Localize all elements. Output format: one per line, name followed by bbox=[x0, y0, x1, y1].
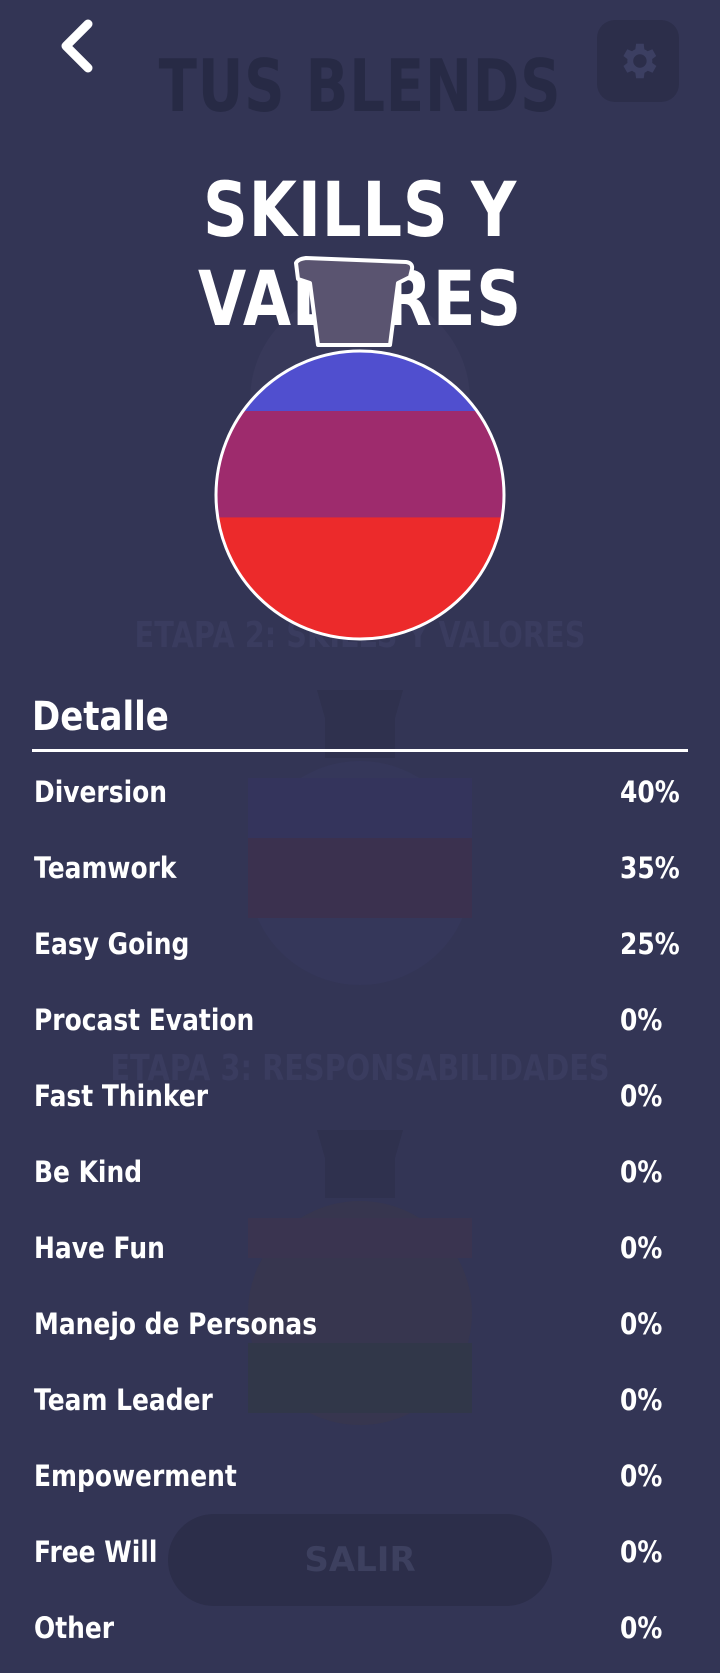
list-item: Empowerment 0% bbox=[0, 1445, 720, 1521]
item-name: Diversion bbox=[34, 775, 168, 809]
flask-layer-2 bbox=[216, 411, 504, 518]
chevron-left-icon bbox=[61, 19, 93, 73]
list-item: Have Fun 0% bbox=[0, 1217, 720, 1293]
item-name: Have Fun bbox=[34, 1231, 165, 1265]
list-item: Diversion 40% bbox=[0, 761, 720, 837]
item-percent: 35% bbox=[620, 851, 680, 885]
flask-neck bbox=[294, 256, 415, 347]
item-percent: 0% bbox=[620, 1003, 663, 1037]
item-percent: 0% bbox=[620, 1383, 663, 1417]
item-name: Easy Going bbox=[34, 927, 190, 961]
item-percent: 0% bbox=[620, 1459, 663, 1493]
item-name: Teamwork bbox=[34, 851, 177, 885]
list-item: Teamwork 35% bbox=[0, 837, 720, 913]
back-button[interactable] bbox=[50, 16, 110, 76]
item-percent: 40% bbox=[620, 775, 680, 809]
item-name: Procast Evation bbox=[34, 1003, 255, 1037]
divider bbox=[32, 749, 688, 752]
blend-flask bbox=[214, 256, 506, 641]
item-name: Manejo de Personas bbox=[34, 1307, 318, 1341]
flask-layer-3 bbox=[216, 517, 504, 639]
item-name: Free Will bbox=[34, 1535, 158, 1569]
item-percent: 0% bbox=[620, 1307, 663, 1341]
background-title: TUS BLENDS bbox=[158, 44, 562, 128]
detail-list: Diversion 40% Teamwork 35% Easy Going 25… bbox=[0, 761, 720, 1673]
item-name: Empowerment bbox=[34, 1459, 237, 1493]
item-percent: 0% bbox=[620, 1231, 663, 1265]
settings-button[interactable] bbox=[597, 20, 679, 102]
item-percent: 0% bbox=[620, 1155, 663, 1189]
item-name: Be Kind bbox=[34, 1155, 143, 1189]
list-item: Be Kind 0% bbox=[0, 1141, 720, 1217]
list-item: Procast Evation 0% bbox=[0, 989, 720, 1065]
item-percent: 0% bbox=[620, 1535, 663, 1569]
list-item: Fast Thinker 0% bbox=[0, 1065, 720, 1141]
list-item: Easy Going 25% bbox=[0, 913, 720, 989]
detail-heading: Detalle bbox=[32, 694, 169, 740]
gear-icon bbox=[623, 43, 657, 79]
item-name: Fast Thinker bbox=[34, 1079, 209, 1113]
list-item: Manejo de Personas 0% bbox=[0, 1293, 720, 1369]
item-percent: 25% bbox=[620, 927, 680, 961]
list-item: Team Leader 0% bbox=[0, 1369, 720, 1445]
list-item: Free Will 0% bbox=[0, 1521, 720, 1597]
item-percent: 0% bbox=[620, 1079, 663, 1113]
list-item: Other 0% bbox=[0, 1597, 720, 1673]
item-name: Team Leader bbox=[34, 1383, 213, 1417]
